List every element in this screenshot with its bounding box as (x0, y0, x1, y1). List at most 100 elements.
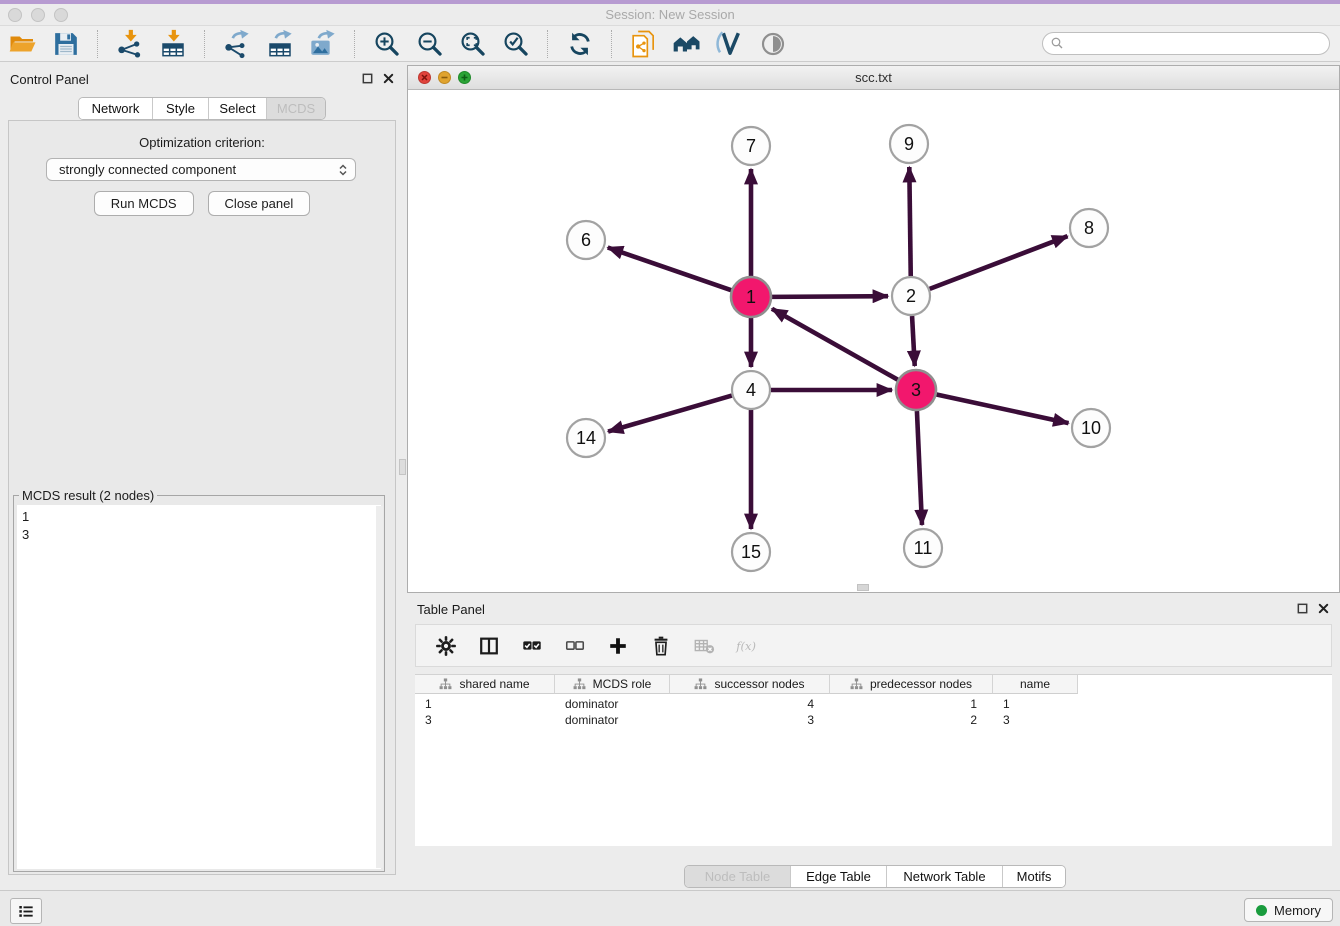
import-table-icon[interactable] (156, 27, 190, 61)
graph-edge-3-10[interactable] (937, 394, 1069, 423)
run-mcds-button[interactable]: Run MCDS (94, 191, 194, 216)
close-panel-icon[interactable] (382, 72, 395, 85)
split-grabber-vertical[interactable] (399, 459, 406, 475)
table-tab-node-table[interactable]: Node Table (685, 866, 791, 887)
cell-name[interactable]: 1 (993, 697, 1078, 711)
svg-text:1: 1 (746, 287, 756, 307)
home-icon[interactable] (670, 27, 704, 61)
save-session-icon[interactable] (49, 27, 83, 61)
column-header-name[interactable]: name (993, 675, 1078, 694)
open-session-icon[interactable] (6, 27, 40, 61)
graph-edge-3-1[interactable] (772, 309, 898, 380)
table-header-row: shared nameMCDS role successor nodes prede… (415, 675, 1078, 694)
search-input[interactable] (1065, 37, 1329, 51)
import-network-icon[interactable] (113, 27, 147, 61)
graph-edge-1-2[interactable] (772, 296, 888, 297)
graph-node-10[interactable]: 10 (1072, 409, 1110, 447)
close-table-panel-icon[interactable] (1317, 602, 1330, 615)
graph-node-4[interactable]: 4 (732, 371, 770, 409)
table-tab-motifs[interactable]: Motifs (1003, 866, 1065, 887)
criterion-select[interactable]: strongly connected component (46, 158, 356, 181)
float-table-panel-icon[interactable] (1296, 602, 1309, 615)
split-grabber-horizontal[interactable] (857, 584, 869, 591)
mcds-result-node: 1 (22, 508, 381, 526)
graph-edge-2-9[interactable] (909, 167, 910, 276)
memory-label: Memory (1274, 903, 1321, 918)
column-label: name (1020, 677, 1050, 691)
delete-column-icon[interactable] (648, 634, 674, 658)
export-table-icon[interactable] (263, 27, 297, 61)
float-panel-icon[interactable] (361, 72, 374, 85)
cell-mcds-role[interactable]: dominator (555, 713, 670, 727)
cell-shared-name[interactable]: 3 (415, 713, 555, 727)
cell-shared-name[interactable]: 1 (415, 697, 555, 711)
zoom-fit-icon[interactable] (456, 27, 490, 61)
table-settings-icon[interactable] (433, 634, 459, 658)
graph-edge-2-3[interactable] (912, 316, 915, 366)
zoom-in-icon[interactable] (370, 27, 404, 61)
network-canvas[interactable]: 7 9 6 8 1 2 4 3 14 10 15 11 (408, 89, 1339, 592)
zoom-selected-icon[interactable] (499, 27, 533, 61)
graph-node-9[interactable]: 9 (890, 125, 928, 163)
network-document-icon[interactable] (627, 27, 661, 61)
svg-text:11: 11 (914, 538, 933, 558)
network-window-titlebar[interactable]: scc.txt (408, 66, 1339, 90)
column-header-predecessor-nodes[interactable]: predecessor nodes (830, 675, 993, 694)
tab-mcds[interactable]: MCDS (267, 98, 325, 119)
column-header-mcds-role[interactable]: MCDS role (555, 675, 670, 694)
export-network-icon[interactable] (220, 27, 254, 61)
graph-node-6[interactable]: 6 (567, 221, 605, 259)
refresh-network-icon[interactable] (563, 27, 597, 61)
search-box[interactable] (1042, 32, 1330, 55)
table-tab-edge-table[interactable]: Edge Table (791, 866, 887, 887)
network-graph[interactable]: 7 9 6 8 1 2 4 3 14 10 15 11 (408, 89, 1339, 592)
cell-predecessor-nodes[interactable]: 1 (830, 697, 993, 711)
close-panel-button[interactable]: Close panel (208, 191, 311, 216)
graph-node-2[interactable]: 2 (892, 277, 930, 315)
graph-edge-4-14[interactable] (608, 396, 732, 432)
column-header-successor-nodes[interactable]: successor nodes (670, 675, 830, 694)
add-column-icon[interactable] (605, 634, 631, 658)
select-all-rows-icon[interactable] (519, 634, 545, 658)
control-panel: Control Panel NetworkStyleSelectMCDS Opt… (0, 65, 405, 890)
delete-table-icon (691, 634, 717, 658)
table-tab-network-table[interactable]: Network Table (887, 866, 1003, 887)
result-scrollbar[interactable] (376, 506, 383, 868)
task-history-button[interactable] (10, 898, 42, 924)
table-row[interactable]: 1dominator411 (415, 696, 1332, 712)
memory-button[interactable]: Memory (1244, 898, 1333, 922)
tab-select[interactable]: Select (209, 98, 267, 119)
graph-edge-2-8[interactable] (930, 236, 1068, 289)
graph-node-1[interactable]: 1 (731, 277, 771, 317)
cytoscape-vizmapper-icon[interactable] (713, 27, 747, 61)
cell-name[interactable]: 3 (993, 713, 1078, 727)
mcds-result-list[interactable]: 13 (17, 505, 381, 869)
graph-edge-3-11[interactable] (917, 411, 922, 525)
status-bar: Memory (0, 890, 1340, 926)
cell-successor-nodes[interactable]: 4 (670, 697, 830, 711)
svg-text:3: 3 (911, 380, 921, 400)
graph-node-8[interactable]: 8 (1070, 209, 1108, 247)
graph-node-11[interactable]: 11 (904, 529, 942, 567)
graph-node-15[interactable]: 15 (732, 533, 770, 571)
application-window: Session: New Session Control Panel Netwo… (0, 0, 1340, 926)
show-hide-icon[interactable] (756, 27, 790, 61)
tab-network[interactable]: Network (79, 98, 153, 119)
graph-node-3[interactable]: 3 (896, 370, 936, 410)
svg-text:15: 15 (741, 542, 761, 562)
column-label: successor nodes (714, 677, 804, 691)
tree-icon (694, 678, 707, 691)
deselect-all-rows-icon[interactable] (562, 634, 588, 658)
cell-mcds-role[interactable]: dominator (555, 697, 670, 711)
cell-successor-nodes[interactable]: 3 (670, 713, 830, 727)
column-header-shared-name[interactable]: shared name (415, 675, 555, 694)
graph-node-14[interactable]: 14 (567, 419, 605, 457)
tab-style[interactable]: Style (153, 98, 209, 119)
export-image-icon[interactable] (306, 27, 340, 61)
graph-node-7[interactable]: 7 (732, 127, 770, 165)
cell-predecessor-nodes[interactable]: 2 (830, 713, 993, 727)
column-visibility-icon[interactable] (476, 634, 502, 658)
graph-edge-1-6[interactable] (608, 248, 731, 291)
table-row[interactable]: 3dominator323 (415, 712, 1332, 728)
zoom-out-icon[interactable] (413, 27, 447, 61)
